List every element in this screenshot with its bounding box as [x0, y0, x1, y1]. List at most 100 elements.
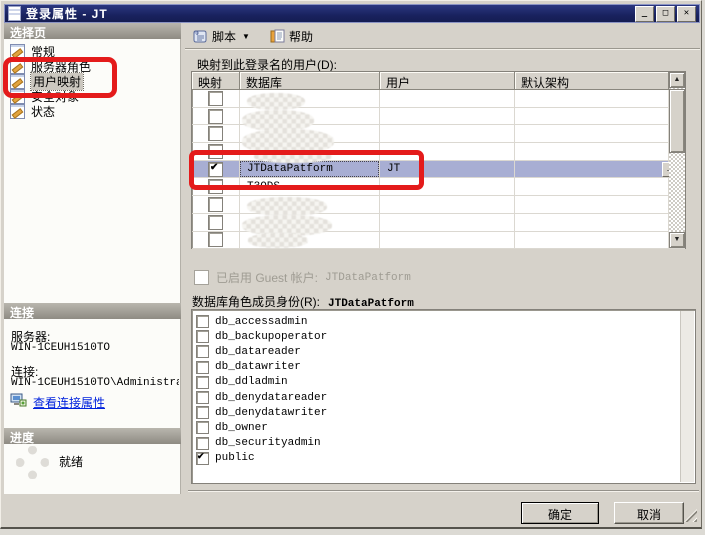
sidebar-item-general[interactable]: 常规: [10, 44, 55, 59]
close-button[interactable]: ✕: [677, 6, 696, 22]
role-checkbox[interactable]: [196, 406, 209, 419]
select-page-header: 选择页: [4, 23, 181, 39]
column-header-user[interactable]: 用户: [380, 72, 515, 90]
role-item[interactable]: db_denydatareader: [196, 390, 679, 405]
screen: 登录属性 - JT _ □ ✕ 选择页 常规 服务器角色 用户映射 安全对象 状: [0, 0, 705, 535]
role-item[interactable]: db_ddladmin: [196, 375, 679, 390]
scrollbar-thumb[interactable]: [669, 89, 685, 153]
map-checkbox[interactable]: [208, 232, 223, 247]
map-checkbox[interactable]: [208, 197, 223, 212]
cancel-button[interactable]: 取消: [614, 502, 684, 524]
map-checkbox-checked[interactable]: [208, 162, 223, 177]
redaction-blur: [247, 93, 305, 110]
sidebar-item-status[interactable]: 状态: [10, 104, 55, 119]
role-checkbox[interactable]: [196, 437, 209, 450]
sidebar-item-user-mapping[interactable]: 用户映射: [10, 74, 83, 89]
login-connection-value: WIN-1CEUH1510TO\Administrat: [11, 377, 179, 389]
script-button-label: 脚本: [212, 28, 236, 45]
role-item[interactable]: db_securityadmin: [196, 436, 679, 451]
title-bar: 登录属性 - JT _ □ ✕: [4, 4, 700, 23]
script-icon: [192, 29, 208, 44]
scroll-down-icon[interactable]: ▼: [669, 232, 685, 248]
role-checkbox[interactable]: [196, 361, 209, 374]
user-mapping-table: 映射 数据库 用户 默认架构: [191, 71, 686, 249]
role-checkbox[interactable]: [196, 391, 209, 404]
page-icon: [10, 44, 25, 59]
map-checkbox[interactable]: [208, 179, 223, 194]
progress-status: 就绪: [59, 453, 83, 470]
sidebar-item-securables[interactable]: 安全对象: [10, 89, 79, 104]
role-label: db_securityadmin: [215, 437, 321, 449]
role-checkbox[interactable]: [196, 345, 209, 358]
map-checkbox[interactable]: [208, 91, 223, 106]
role-label: db_datareader: [215, 346, 301, 358]
roles-membership-label: 数据库角色成员身份(R):: [192, 293, 320, 310]
map-checkbox[interactable]: [208, 109, 223, 124]
role-item[interactable]: public: [196, 451, 679, 466]
map-checkbox[interactable]: [208, 215, 223, 230]
table-scrollbar[interactable]: ▲ ▼: [669, 72, 685, 248]
role-checkbox[interactable]: [196, 421, 209, 434]
progress-spinner-icon: [16, 446, 49, 479]
user-cell: [380, 196, 515, 213]
redaction-blur: [254, 150, 332, 163]
table-row[interactable]: T3ODS: [192, 178, 685, 196]
login-properties-dialog: 登录属性 - JT _ □ ✕ 选择页 常规 服务器角色 用户映射 安全对象 状: [0, 0, 702, 529]
window-title: 登录属性 - JT: [26, 5, 633, 22]
role-checkbox[interactable]: [196, 376, 209, 389]
map-checkbox[interactable]: [208, 144, 223, 159]
help-icon: [270, 29, 285, 44]
schema-cell: [515, 178, 669, 195]
map-checkbox[interactable]: [208, 126, 223, 141]
sidebar-item-server-roles[interactable]: 服务器角色: [10, 59, 91, 74]
user-cell: [380, 178, 515, 195]
role-label: db_owner: [215, 422, 268, 434]
ok-button[interactable]: 确定: [521, 502, 599, 524]
database-cell: JTDataPatform: [240, 161, 379, 178]
user-cell: [380, 108, 515, 125]
scroll-up-icon[interactable]: ▲: [669, 72, 685, 88]
schema-cell: [515, 125, 669, 142]
schema-cell: [515, 214, 669, 231]
user-cell: [380, 232, 515, 249]
user-cell: [380, 125, 515, 142]
database-roles-list: db_accessadmin db_backupoperator db_data…: [191, 309, 696, 484]
maximize-button[interactable]: □: [656, 6, 675, 22]
script-button[interactable]: 脚本 ▼: [189, 27, 253, 46]
sidebar-item-label: 状态: [31, 103, 55, 120]
page-icon: [10, 59, 25, 74]
user-cell: [380, 143, 515, 160]
resize-grip[interactable]: [684, 509, 697, 522]
role-item[interactable]: db_owner: [196, 420, 679, 435]
role-label: db_accessadmin: [215, 316, 307, 328]
footer-separator: [188, 490, 699, 492]
view-connection-properties-link[interactable]: 查看连接属性: [33, 394, 105, 411]
help-button[interactable]: 帮助: [267, 27, 316, 46]
database-cell: T3ODS: [240, 181, 280, 193]
connection-header: 连接: [4, 303, 181, 319]
role-item[interactable]: db_datareader: [196, 344, 679, 359]
role-checkbox[interactable]: [196, 330, 209, 343]
schema-cell: [515, 161, 669, 178]
role-label: db_datawriter: [215, 361, 301, 373]
column-header-map[interactable]: 映射: [192, 72, 240, 90]
schema-cell: [515, 143, 669, 160]
user-cell: JT: [380, 163, 400, 175]
role-item[interactable]: db_datawriter: [196, 360, 679, 375]
role-item[interactable]: db_backupoperator: [196, 329, 679, 344]
schema-cell: [515, 108, 669, 125]
role-checkbox[interactable]: [196, 315, 209, 328]
column-header-database[interactable]: 数据库: [240, 72, 380, 90]
roles-membership-label-row: 数据库角色成员身份(R): JTDataPatform: [192, 293, 414, 310]
roles-scrollbar[interactable]: [680, 311, 694, 482]
role-item[interactable]: db_accessadmin: [196, 314, 679, 329]
table-row-selected[interactable]: JTDataPatform JT . . .: [192, 161, 685, 179]
guest-enabled-checkbox: [194, 270, 209, 285]
role-item[interactable]: db_denydatawriter: [196, 405, 679, 420]
role-checkbox-checked[interactable]: [196, 452, 209, 465]
server-value: WIN-1CEUH1510TO: [11, 342, 110, 354]
minimize-button[interactable]: _: [635, 6, 654, 22]
connection-properties-icon: [10, 393, 27, 408]
role-label: public: [215, 452, 255, 464]
column-header-default-schema[interactable]: 默认架构: [515, 72, 669, 90]
